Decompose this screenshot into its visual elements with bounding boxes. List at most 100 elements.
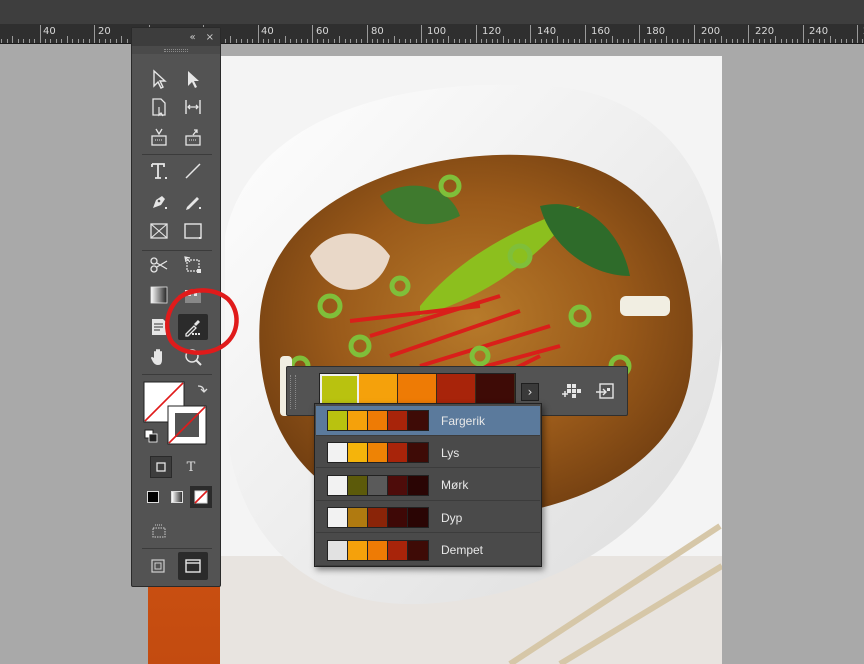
- pencil-tool[interactable]: [178, 188, 208, 214]
- ruler-tick: [405, 39, 406, 43]
- ruler-tick: [290, 39, 291, 43]
- collapse-panel-icon[interactable]: «: [189, 32, 195, 43]
- ruler-tick: [416, 39, 417, 43]
- free-transform-tool[interactable]: [178, 252, 208, 278]
- gap-tool[interactable]: [178, 94, 208, 120]
- theme-option-dempet[interactable]: Dempet: [316, 536, 540, 566]
- content-placer-icon: [185, 129, 201, 146]
- ruler-tick: [568, 39, 569, 43]
- ruler-tick: [813, 39, 814, 43]
- ruler-tick: [688, 39, 689, 43]
- theme-dropdown-toggle[interactable]: ›: [521, 383, 539, 401]
- theme-preview-swatches: [327, 539, 429, 561]
- preview-swatch: [388, 443, 408, 463]
- content-collector-icon: [151, 128, 167, 146]
- rectangle-tool[interactable]: [178, 218, 208, 244]
- ruler-tick: [683, 39, 684, 43]
- ruler-tick: [797, 39, 798, 43]
- ruler-tick: [225, 39, 226, 43]
- ruler-tick: [377, 39, 378, 43]
- preview-swatch: [368, 411, 388, 430]
- apply-gradient-button[interactable]: [166, 486, 188, 508]
- ruler-tick: [612, 36, 613, 43]
- ruler-tick: [835, 39, 836, 43]
- ruler-tick: [426, 39, 427, 43]
- theme-dropdown-menu[interactable]: Fargerik Lys Mørk Dyp Dempet: [314, 403, 542, 567]
- application-bar: [0, 0, 864, 24]
- format-container-button[interactable]: [150, 456, 172, 478]
- theme-option-m-rk[interactable]: Mørk: [316, 471, 540, 501]
- theme-option-fargerik[interactable]: Fargerik: [316, 406, 540, 436]
- ruler-tick: [268, 39, 269, 43]
- gradient-apply-icon: [171, 491, 183, 503]
- theme-preview-swatches: [327, 507, 429, 529]
- page-tool-icon: [152, 98, 166, 117]
- preview-swatch: [368, 540, 388, 560]
- format-text-button[interactable]: T: [180, 456, 202, 478]
- view-mode-button[interactable]: [146, 554, 170, 578]
- ruler-tick: [23, 39, 24, 43]
- preview-swatch: [408, 443, 428, 463]
- theme-option-label: Lys: [441, 445, 460, 460]
- soup-photo[interactable]: [220, 56, 722, 664]
- ruler-tick: [50, 39, 51, 43]
- ruler-tick: [634, 39, 635, 43]
- theme-option-dyp[interactable]: Dyp: [316, 503, 540, 534]
- container-icon: [156, 462, 166, 472]
- ruler-tick: [296, 39, 297, 43]
- ruler-tick: [258, 25, 259, 43]
- ruler-tick: [579, 39, 580, 43]
- ruler-label: 160: [591, 26, 611, 37]
- ruler-tick: [672, 39, 673, 43]
- ruler-tick: [110, 39, 111, 43]
- ruler-tick: [595, 39, 596, 43]
- ruler-tick: [465, 39, 466, 43]
- pen-tool[interactable]: [144, 188, 174, 214]
- preview-swatch: [328, 475, 348, 495]
- theme-option-lys[interactable]: Lys: [316, 438, 540, 469]
- screen-mode-options[interactable]: [148, 520, 170, 542]
- scissors-tool[interactable]: [144, 252, 174, 278]
- screen-mode-button[interactable]: [178, 552, 208, 580]
- ruler-tick: [748, 25, 749, 43]
- ruler-tick: [7, 39, 8, 43]
- pen-icon: [153, 196, 167, 209]
- add-to-swatches-icon[interactable]: [559, 380, 583, 404]
- tools-separator: [142, 250, 212, 251]
- ruler-tick: [699, 39, 700, 43]
- ruler-tick: [606, 39, 607, 43]
- ruler-tick: [279, 39, 280, 43]
- ruler-tick: [470, 39, 471, 43]
- preview-swatch: [328, 540, 348, 560]
- type-tool[interactable]: [144, 158, 174, 184]
- ruler-label: 100: [427, 26, 447, 37]
- ruler-label: 80: [371, 26, 384, 37]
- content-placer-tool[interactable]: [178, 124, 208, 150]
- bar-grip[interactable]: [290, 375, 296, 409]
- apply-color-button[interactable]: [142, 486, 164, 508]
- theme-preview-swatches: [327, 410, 429, 431]
- page-tool[interactable]: [144, 94, 174, 120]
- horizontal-ruler[interactable]: 4020204060801001201401601802002202402: [0, 24, 864, 44]
- panel-grip[interactable]: [132, 46, 220, 54]
- direct-selection-tool[interactable]: [144, 66, 174, 92]
- ruler-tick: [519, 39, 520, 43]
- fill-stroke-proxy[interactable]: [142, 380, 212, 450]
- ruler-tick: [590, 39, 591, 43]
- ruler-tick: [775, 36, 776, 43]
- ruler-tick: [721, 36, 722, 43]
- export-theme-icon[interactable]: [593, 380, 617, 404]
- tools-panel-titlebar[interactable]: « ×: [132, 28, 220, 46]
- content-collector-tool[interactable]: [144, 124, 174, 150]
- selection-tool[interactable]: [178, 66, 208, 92]
- ruler-tick: [350, 39, 351, 43]
- ruler-tick: [803, 25, 804, 43]
- ruler-tick: [56, 39, 57, 43]
- rectangle-frame-tool[interactable]: [144, 218, 174, 244]
- line-tool[interactable]: [178, 158, 208, 184]
- ruler-tick: [764, 39, 765, 43]
- close-panel-icon[interactable]: ×: [206, 32, 214, 43]
- apply-none-button[interactable]: [190, 486, 212, 508]
- document-page[interactable]: [220, 56, 722, 664]
- ruler-tick: [824, 39, 825, 43]
